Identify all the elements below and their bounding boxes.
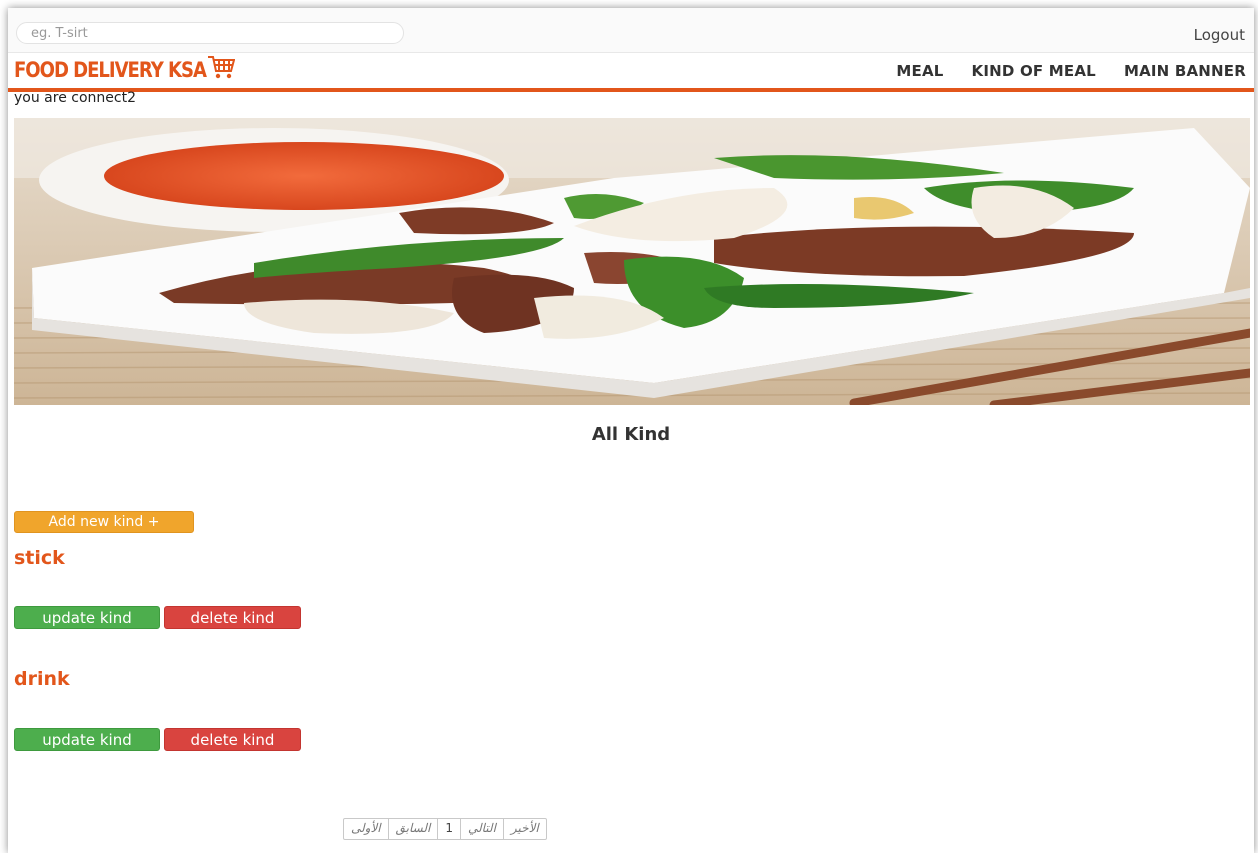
logo-text: FOOD DELIVERY KSA <box>14 58 207 82</box>
nav-item-main-banner[interactable]: MAIN BANNER <box>1124 62 1246 80</box>
pager-next[interactable]: التالي <box>459 819 503 839</box>
pagination: الأولى السابق 1 التالي الأخير <box>343 818 547 840</box>
banner-image <box>14 118 1250 405</box>
connection-status: you are connect2 <box>14 90 136 106</box>
delete-kind-button[interactable]: delete kind <box>164 606 301 629</box>
add-kind-button[interactable]: Add new kind + <box>14 511 194 533</box>
top-bar: eg. T-sirt Logout <box>8 8 1254 52</box>
site-logo[interactable]: FOOD DELIVERY KSA <box>14 57 237 83</box>
nav-item-kind-of-meal[interactable]: KIND OF MEAL <box>972 62 1096 80</box>
kind-name-drink: drink <box>14 668 70 690</box>
kind-name-stick: stick <box>14 547 65 569</box>
logout-link[interactable]: Logout <box>1194 26 1245 44</box>
page-title: All Kind <box>591 424 671 445</box>
update-kind-button[interactable]: update kind <box>14 728 160 751</box>
cart-icon <box>208 56 235 79</box>
nav-item-meal[interactable]: MEAL <box>896 62 943 80</box>
update-kind-button[interactable]: update kind <box>14 606 160 629</box>
search-input[interactable]: eg. T-sirt <box>16 22 404 44</box>
browser-page: eg. T-sirt Logout FOOD DELIVERY KSA MEAL… <box>8 8 1254 853</box>
main-navbar: FOOD DELIVERY KSA MEAL KIND OF MEAL MAIN… <box>8 52 1254 92</box>
nav-menu: MEAL KIND OF MEAL MAIN BANNER <box>896 62 1246 80</box>
pager-first[interactable]: الأولى <box>344 819 388 839</box>
pager-current[interactable]: 1 <box>437 819 460 839</box>
delete-kind-button[interactable]: delete kind <box>164 728 301 751</box>
pager-prev[interactable]: السابق <box>387 819 438 839</box>
pager-last[interactable]: الأخير <box>502 819 546 839</box>
